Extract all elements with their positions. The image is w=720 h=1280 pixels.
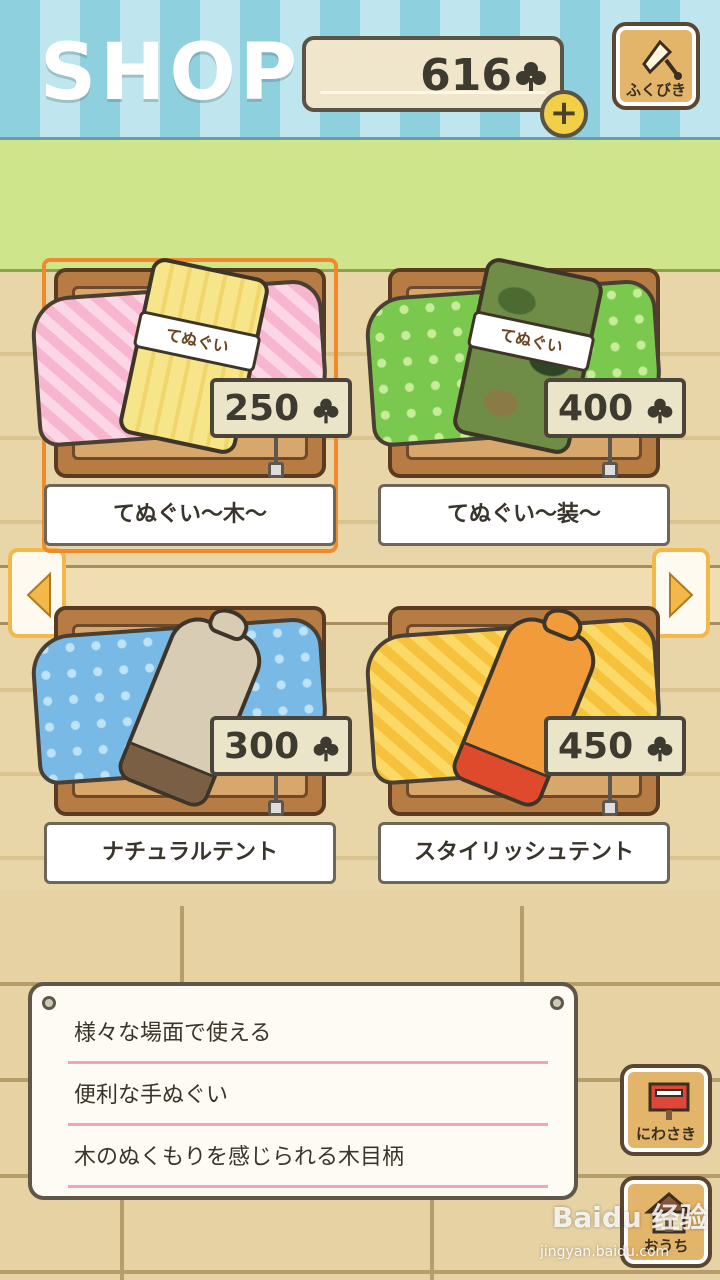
- price-tag: 400: [544, 378, 686, 438]
- tenugui-band: てぬぐい: [132, 309, 262, 373]
- item-description-board: 様々な場面で使える 便利な手ぬぐい 木のぬくもりを感じられる木目柄: [28, 982, 578, 1200]
- niwasaki-button[interactable]: にわさき: [620, 1064, 712, 1156]
- price-tag: 450: [544, 716, 686, 776]
- shop-item-stylish-tent[interactable]: 450 スタイリッシュテント: [363, 600, 686, 885]
- clover-balance-box: 616: [302, 36, 564, 112]
- description-line: 便利な手ぬぐい: [68, 1064, 548, 1126]
- tag-pin: [268, 462, 284, 478]
- board-pin: [550, 996, 564, 1010]
- price-tag: 300: [210, 716, 352, 776]
- fukubiki-label: ふくびき: [625, 81, 686, 99]
- item-price: 300: [224, 726, 300, 767]
- description-line: 様々な場面で使える: [68, 1002, 548, 1064]
- mailbox-icon: [648, 1082, 690, 1120]
- shop-item-tenugui-camo[interactable]: てぬぐい 400 てぬぐい～装～: [363, 255, 686, 547]
- clover-icon: [647, 398, 673, 424]
- item-name: ナチュラルテント: [44, 822, 336, 884]
- tag-pin: [268, 800, 284, 816]
- tag-pin: [602, 800, 618, 816]
- watermark-brand: Baidu 经验: [552, 1201, 708, 1234]
- page-title: SHOP: [40, 28, 301, 118]
- tag-pin: [602, 462, 618, 478]
- fukubiki-button[interactable]: ふくびき: [612, 22, 700, 110]
- lottery-bell-icon: [642, 39, 682, 80]
- item-price: 250: [224, 388, 300, 429]
- niwasaki-label: にわさき: [635, 1125, 696, 1143]
- buy-clovers-button[interactable]: +: [540, 90, 588, 138]
- shop-item-natural-tent[interactable]: 300 ナチュラルテント: [29, 600, 352, 885]
- balance-underline: [320, 91, 546, 94]
- clover-icon: [516, 62, 546, 92]
- shop-item-tenugui-wood[interactable]: てぬぐい 250 てぬぐい～木～: [29, 255, 352, 553]
- item-name: スタイリッシュテント: [378, 822, 670, 884]
- price-tag: 250: [210, 378, 352, 438]
- item-name: てぬぐい～木～: [44, 484, 336, 546]
- tenugui-band: てぬぐい: [466, 309, 596, 373]
- clover-icon: [647, 736, 673, 762]
- grass-strip: [0, 140, 720, 272]
- watermark-url: jingyan.baidu.com: [540, 1244, 670, 1260]
- item-price: 400: [558, 388, 634, 429]
- plank-seam: [430, 1190, 434, 1280]
- item-price: 450: [558, 726, 634, 767]
- description-line: 木のぬくもりを感じられる木目柄: [68, 1126, 548, 1188]
- board-pin: [42, 996, 56, 1010]
- item-name: てぬぐい～装～: [378, 484, 670, 546]
- clover-icon: [313, 398, 339, 424]
- chevron-right-icon: [669, 571, 694, 619]
- clover-icon: [313, 736, 339, 762]
- plank-seam: [120, 1190, 124, 1280]
- shop-header: SHOP 616 + ふくびき: [0, 0, 720, 140]
